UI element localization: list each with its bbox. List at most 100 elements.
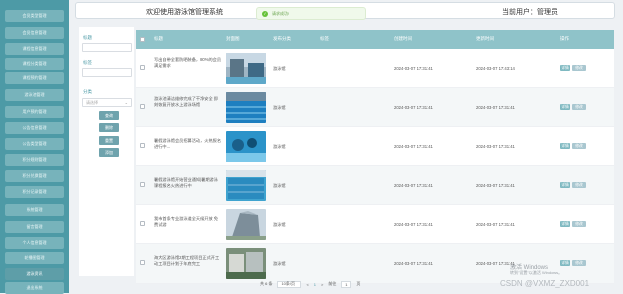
check-icon: ✓ [262, 10, 268, 17]
toast-text: 请求成功! [272, 10, 290, 16]
reset-button[interactable]: 重置 [99, 136, 119, 145]
sidebar-item-notice-type[interactable]: 公告类型管理 [5, 138, 64, 150]
sidebar-item-points-record[interactable]: 积分记录管理 [5, 186, 64, 198]
row-checkbox[interactable] [140, 143, 145, 148]
news-table: 标题 封面图 发布分类 标签 创建时间 更新时间 操作 写出自带全套防晒装备，8… [136, 30, 614, 284]
row-checkbox[interactable] [140, 260, 145, 265]
sidebar-item-carousel[interactable]: 轮播图管理 [5, 252, 64, 264]
detail-button[interactable]: 详情 [560, 182, 570, 188]
search-button[interactable]: 查询 [99, 111, 119, 120]
col-title: 标题 [154, 36, 163, 41]
title-filter-input[interactable] [82, 43, 132, 52]
page-unit: 页 [356, 281, 361, 286]
sidebar-item-notice-info[interactable]: 公告信息管理 [5, 122, 64, 134]
tag-filter-input[interactable] [82, 68, 132, 77]
sidebar-item-logout[interactable]: 退出系统 [5, 282, 64, 294]
cover-image [226, 92, 266, 123]
row-checkbox[interactable] [140, 104, 145, 109]
title-filter-label: 标题 [83, 35, 92, 40]
sidebar-item-system[interactable]: 系统管理 [5, 204, 64, 216]
sidebar-item-member-type[interactable]: 会员类型管理 [5, 10, 64, 22]
row-created: 2024-03-07 17:31:41 [394, 66, 433, 71]
row-category: 游泳馆 [273, 66, 286, 71]
row-checkbox[interactable] [140, 182, 145, 187]
row-created: 2024-03-07 17:31:41 [394, 261, 433, 266]
cover-image [226, 131, 266, 162]
header-title: 欢迎使用游泳馆管理系统 [146, 9, 223, 16]
select-all-checkbox[interactable] [140, 37, 145, 42]
edit-button[interactable]: 修改 [572, 65, 586, 71]
row-created: 2024-03-07 17:31:41 [394, 183, 433, 188]
row-category: 游泳馆 [273, 183, 286, 188]
sidebar-item-profile[interactable]: 个人信息管理 [5, 237, 64, 249]
page-size-select[interactable]: 10条/页 [277, 280, 302, 288]
chevron-down-icon: ⌄ [124, 100, 128, 105]
category-filter-label: 分类 [83, 89, 92, 94]
detail-button[interactable]: 详情 [560, 104, 570, 110]
row-updated: 2024-03-07 17:31:41 [476, 183, 515, 188]
table-header: 标题 封面图 发布分类 标签 创建时间 更新时间 操作 [136, 30, 614, 49]
col-category: 发布分类 [273, 36, 291, 41]
row-category: 游泳馆 [273, 144, 286, 149]
row-title: 我市首条专业游泳道全天候开放 免费试游 [154, 216, 218, 227]
category-select[interactable]: 请选择 ⌄ [82, 98, 132, 107]
row-category: 游泳馆 [273, 105, 286, 110]
col-cover: 封面图 [226, 36, 240, 41]
sidebar-item-course-info[interactable]: 课程信息管理 [5, 43, 64, 55]
table-row: 我市首条专业游泳道全天候开放 免费试游 游泳馆 2024-03-07 17:31… [136, 205, 614, 244]
table-row: 暑假游泳馆开始营业通知|暑期游泳课程报名火热进行中 游泳馆 2024-03-07… [136, 166, 614, 205]
sidebar-item-user-booking[interactable]: 用户预约管理 [5, 106, 64, 118]
detail-button[interactable]: 详情 [560, 221, 570, 227]
prev-page-button[interactable]: < [306, 282, 308, 287]
add-button[interactable]: 添加 [99, 148, 119, 157]
row-updated: 2024-03-07 17:31:41 [476, 222, 515, 227]
sidebar: 会员类型管理 会员信息管理 课程信息管理 课程分类管理 课程预约管理 游泳池管理… [0, 0, 69, 294]
sidebar-item-swim-news[interactable]: 游泳资讯 [5, 268, 64, 280]
table-row: 游泳池清洁维修完成了干净安全 即刻恢复开放水上游泳场馆 游泳馆 2024-03-… [136, 88, 614, 127]
edit-button[interactable]: 修改 [572, 260, 586, 266]
current-page[interactable]: 1 [314, 282, 316, 287]
pagination: 共 6 条 10条/页 < 1 > 前往 1 页 [260, 279, 360, 289]
row-checkbox[interactable] [140, 65, 145, 70]
csdn-watermark: CSDN @VXMZ_ZXD001 [500, 279, 590, 288]
cover-image [226, 209, 266, 240]
edit-button[interactable]: 修改 [572, 104, 586, 110]
row-title: 海大区游泳馆2期工程项目正式开工动工项目计划于年底完工 [154, 255, 220, 266]
detail-button[interactable]: 详情 [560, 260, 570, 266]
delete-button[interactable]: 删除 [99, 123, 119, 132]
edit-button[interactable]: 修改 [572, 143, 586, 149]
sidebar-item-messages[interactable]: 留言管理 [5, 221, 64, 233]
goto-label: 前往 [328, 281, 337, 286]
cover-image [226, 53, 266, 84]
row-category: 游泳馆 [273, 261, 286, 266]
col-updated: 更新时间 [476, 36, 494, 41]
row-updated: 2024-03-07 17:31:41 [476, 144, 515, 149]
total-count: 共 6 条 [260, 281, 273, 286]
row-title: 写出自带全套防晒装备，80%的会员满足需求 [154, 57, 222, 68]
col-actions: 操作 [560, 36, 569, 41]
row-title: 游泳池清洁维修完成了干净安全 即刻恢复开放水上游泳场馆 [154, 96, 218, 107]
sidebar-item-course-category[interactable]: 课程分类管理 [5, 58, 64, 70]
windows-activation-hint: 转到"设置"以激活 Windows。 [510, 270, 563, 275]
detail-button[interactable]: 详情 [560, 143, 570, 149]
success-toast: ✓ 请求成功! [256, 7, 366, 20]
sidebar-item-points-rule[interactable]: 积分规则管理 [5, 154, 64, 166]
cover-image [226, 170, 266, 201]
sidebar-item-member-info[interactable]: 会员信息管理 [5, 27, 64, 39]
row-created: 2024-03-07 17:31:41 [394, 222, 433, 227]
sidebar-item-course-booking[interactable]: 课程预约管理 [5, 72, 64, 84]
row-created: 2024-03-07 17:31:41 [394, 144, 433, 149]
sidebar-item-points-exchange[interactable]: 积分兑换管理 [5, 170, 64, 182]
row-checkbox[interactable] [140, 221, 145, 226]
current-user: 当前用户：管理员 [502, 9, 558, 16]
row-category: 游泳馆 [273, 222, 286, 227]
edit-button[interactable]: 修改 [572, 182, 586, 188]
filter-panel: 标题 标签 分类 请选择 ⌄ 查询 删除 重置 添加 [79, 27, 134, 276]
row-updated: 2024-03-07 17:31:41 [476, 105, 515, 110]
next-page-button[interactable]: > [321, 282, 323, 287]
sidebar-item-pool[interactable]: 游泳池管理 [5, 89, 64, 101]
cover-image [226, 248, 266, 279]
detail-button[interactable]: 详情 [560, 65, 570, 71]
goto-page-input[interactable]: 1 [341, 280, 352, 288]
edit-button[interactable]: 修改 [572, 221, 586, 227]
